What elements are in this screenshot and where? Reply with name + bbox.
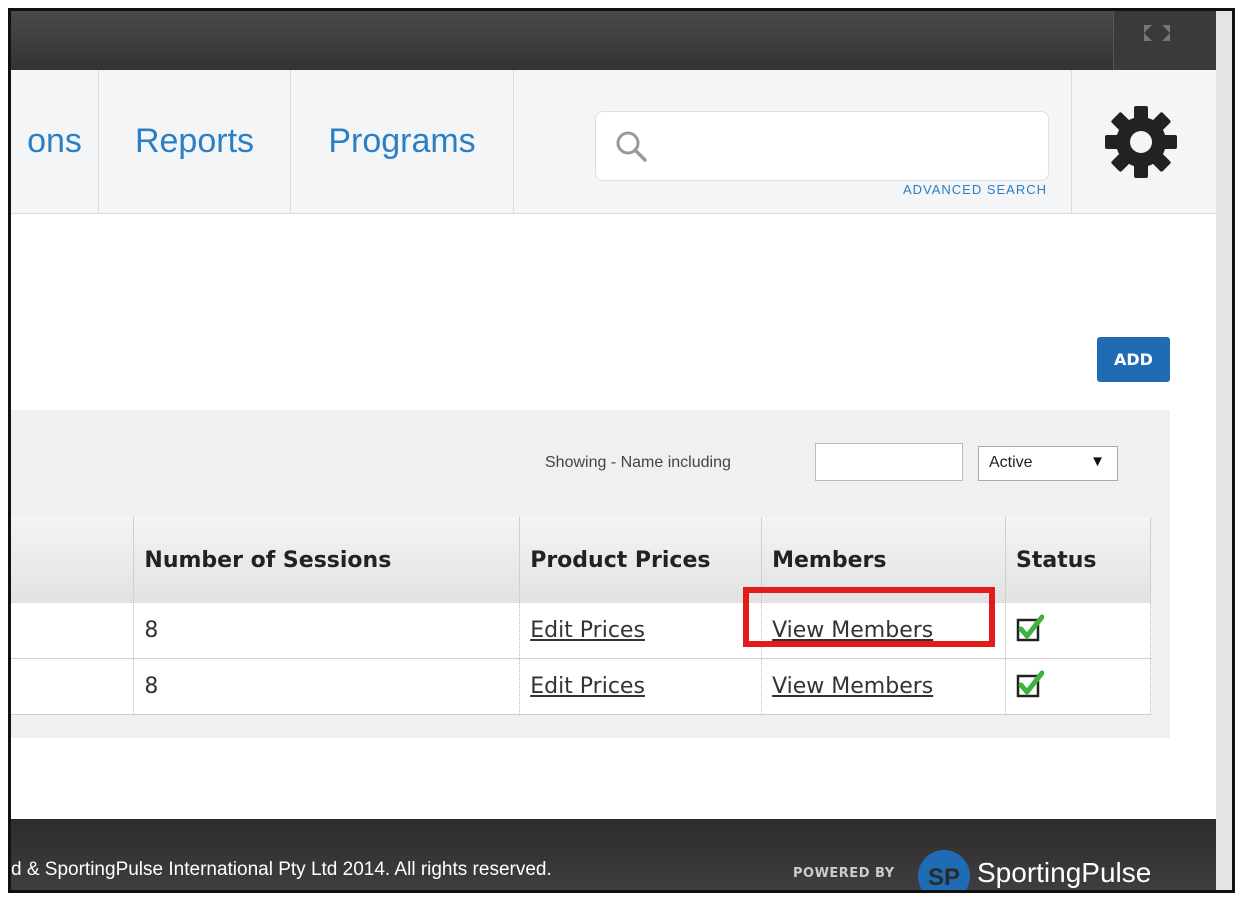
search-input[interactable]	[660, 122, 1034, 170]
add-button[interactable]: ADD	[1097, 337, 1170, 382]
edit-prices-link[interactable]: Edit Prices	[530, 618, 645, 643]
column-header-status[interactable]: Status	[1005, 517, 1151, 603]
copyright-text: d & SportingPulse International Pty Ltd …	[11, 859, 552, 880]
nav-item-label: ons	[27, 122, 82, 160]
status-select[interactable]: Active ▼	[978, 446, 1118, 481]
footer: d & SportingPulse International Pty Ltd …	[11, 819, 1216, 891]
cell-status	[1005, 603, 1151, 659]
svg-text:SP: SP	[928, 864, 960, 891]
nav-item-reports[interactable]: Reports	[99, 70, 291, 213]
cell-sessions: 8	[133, 658, 521, 715]
cell-status	[1005, 658, 1151, 715]
cell-prices: Edit Prices	[519, 603, 763, 659]
advanced-search-link[interactable]: ADVANCED SEARCH	[903, 182, 1047, 197]
column-header-name[interactable]	[11, 517, 135, 603]
cell-prices: Edit Prices	[519, 658, 763, 715]
powered-by-label: POWERED BY	[793, 866, 895, 881]
gear-icon[interactable]	[1101, 102, 1181, 182]
search-box	[595, 111, 1049, 181]
search-area: ADVANCED SEARCH	[514, 70, 1072, 213]
search-icon	[616, 131, 647, 162]
checkbox-checked-icon[interactable]	[1016, 670, 1044, 698]
nav-item-label: Programs	[328, 122, 476, 160]
fullscreen-toggle[interactable]	[1113, 11, 1216, 70]
list-panel: Showing - Name including Active ▼ Number…	[11, 410, 1170, 738]
sportingpulse-logo-icon: SP	[918, 850, 970, 891]
app-content: ons Reports Programs ADVANCED SEARCH ADD…	[11, 70, 1216, 890]
window-frame: ons Reports Programs ADVANCED SEARCH ADD…	[8, 8, 1235, 893]
expand-arrows-icon	[1144, 25, 1170, 41]
status-select-value: Active	[989, 454, 1033, 471]
view-members-link[interactable]: View Members	[772, 674, 933, 699]
highlight-box	[743, 587, 995, 647]
main-nav: ons Reports Programs ADVANCED SEARCH	[11, 70, 1216, 214]
dropdown-arrow-icon: ▼	[1090, 453, 1105, 470]
checkbox-checked-icon[interactable]	[1016, 614, 1044, 642]
brand-name: SportingPulse	[977, 857, 1152, 888]
cell-name	[11, 603, 135, 659]
name-filter-input[interactable]	[815, 443, 963, 481]
column-header-prices[interactable]: Product Prices	[519, 517, 763, 603]
filter-label: Showing - Name including	[545, 454, 731, 471]
top-bar	[11, 11, 1216, 70]
table-row: 8 Edit Prices View Members	[11, 658, 1151, 715]
nav-item-programs[interactable]: Programs	[291, 70, 514, 213]
nav-item-label: Reports	[134, 122, 255, 160]
cell-members: View Members	[761, 658, 1006, 715]
nav-item-sessions[interactable]: ons	[11, 70, 99, 213]
column-header-sessions[interactable]: Number of Sessions	[133, 517, 521, 603]
expand-icon	[1140, 21, 1170, 45]
edit-prices-link[interactable]: Edit Prices	[530, 674, 645, 699]
cell-name	[11, 658, 135, 715]
cell-sessions: 8	[133, 603, 521, 659]
